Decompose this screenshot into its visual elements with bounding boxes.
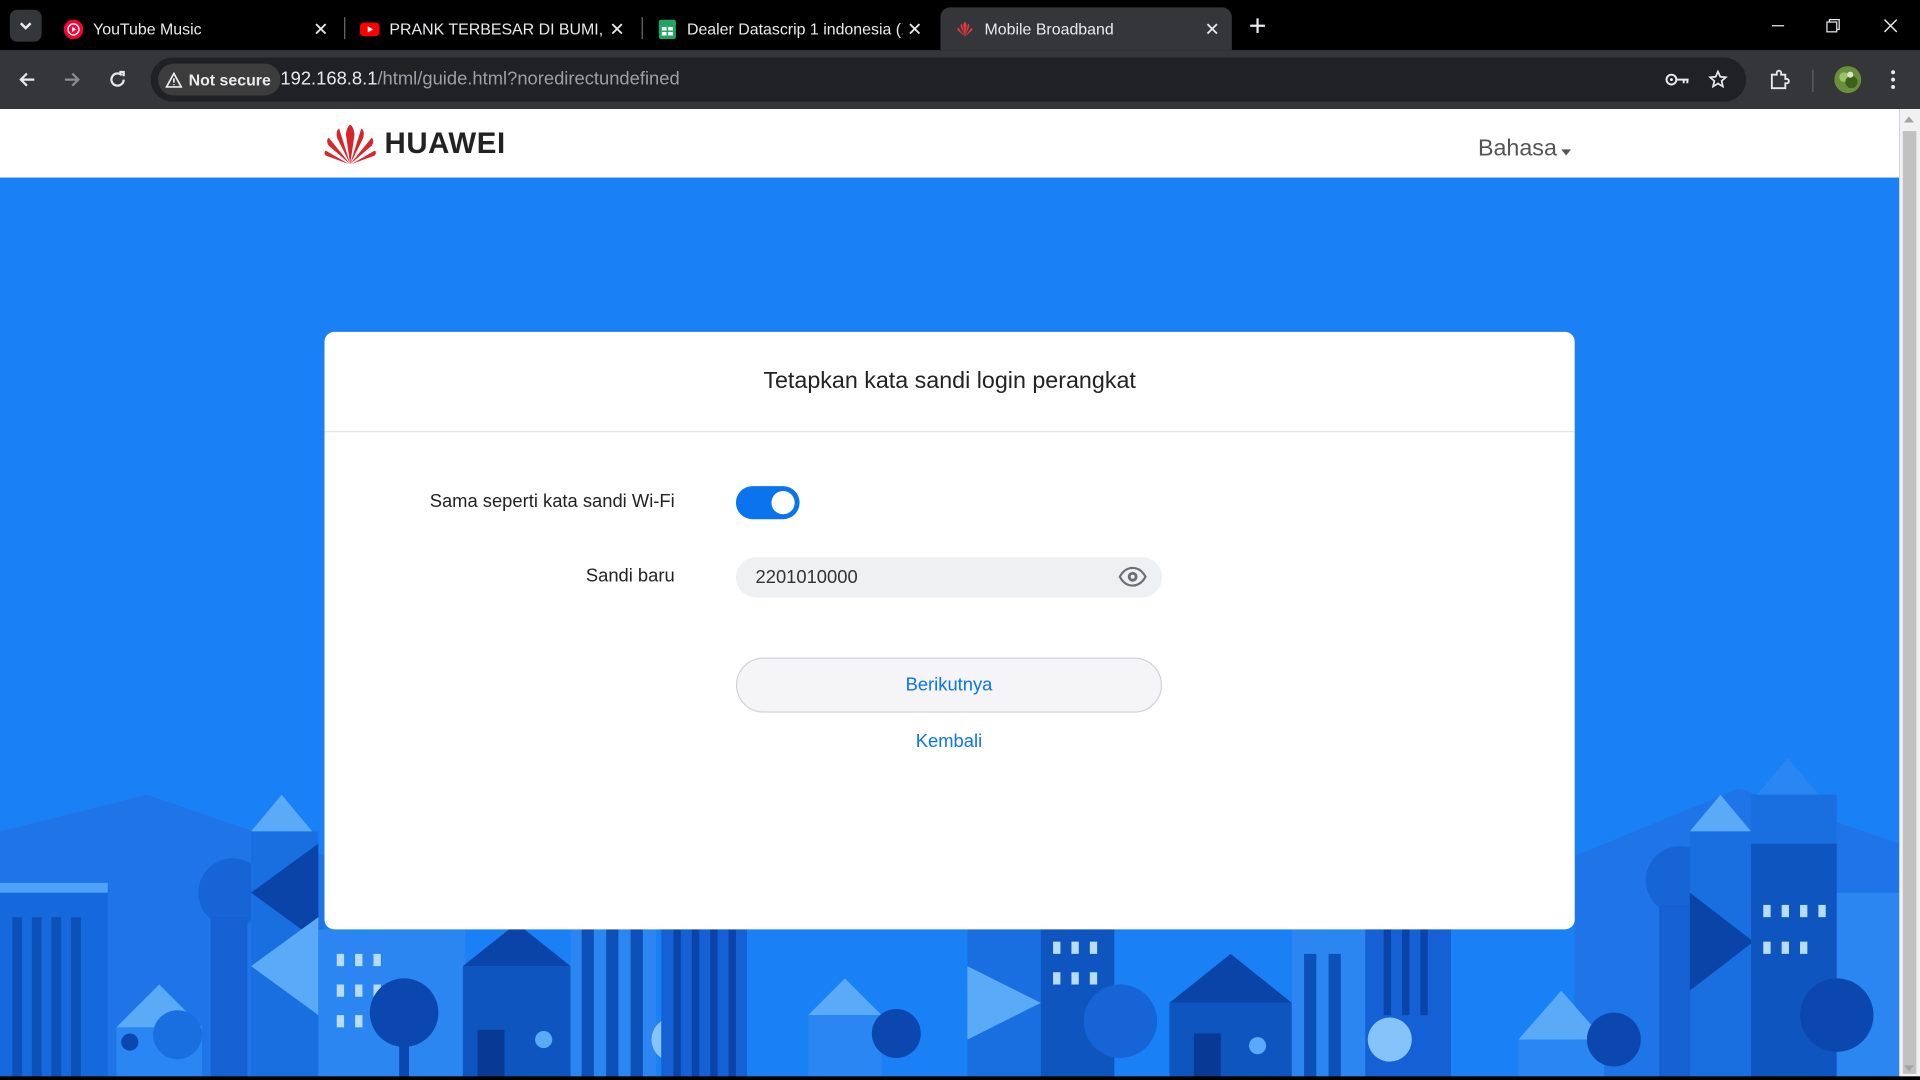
menu-button[interactable] [1878,65,1907,94]
youtube-icon [360,22,380,36]
close-icon [1883,19,1898,33]
back-link[interactable]: Kembali [736,731,1162,752]
tab-search-button[interactable] [9,9,42,42]
new-password-input[interactable] [735,557,1163,598]
url-path: /html/guide.html?noredirectundefined [377,68,680,90]
google-sheets-icon [658,18,676,39]
page-header: HUAWEI Bahasa [0,108,1900,178]
tab-strip: YouTube Music ✕ PRANK TERBESAR DI BUMI, … [0,0,1920,51]
page-scrollbar[interactable] [1899,108,1920,1080]
tab-title: YouTube Music [93,19,202,38]
key-icon [1665,73,1689,86]
language-selector[interactable]: Bahasa [1478,136,1572,163]
language-label: Bahasa [1477,135,1557,162]
extensions-button[interactable] [1766,65,1795,94]
browser-toolbar: Not secure 192.168.8.1/html/guide.html?n… [0,50,1920,109]
warning-icon [165,71,183,88]
puzzle-icon [1770,69,1790,90]
close-icon[interactable]: ✕ [605,17,629,41]
url-text[interactable]: 192.168.8.1/html/guide.html?noredirectun… [280,69,679,90]
tab-google-sheets[interactable]: Dealer Datascrip 1 indonesia (X ✕ [643,7,934,50]
new-password-label: Sandi baru [585,565,675,587]
scrollbar-thumb[interactable] [1902,131,1917,1074]
huawei-icon [957,21,973,37]
star-icon [1708,69,1728,89]
url-host: 192.168.8.1 [280,68,378,90]
reload-button[interactable] [103,65,132,94]
page-viewport: HUAWEI Bahasa Tetapkan kata sandi login … [0,108,1900,1080]
tab-youtube-music[interactable]: YouTube Music ✕ [49,7,340,50]
profile-avatar[interactable] [1833,65,1862,94]
tab-title: PRANK TERBESAR DI BUMI, KITA [389,19,605,38]
toolbar-divider [1812,69,1814,92]
bookmark-button[interactable] [1703,65,1732,94]
eye-icon[interactable] [1118,566,1147,588]
brand-name: HUAWEI [384,127,506,161]
window-bottom-edge [0,1076,1920,1080]
password-manager-button[interactable] [1663,65,1692,94]
tab-mobile-broadband[interactable]: Mobile Broadband ✕ [940,7,1232,51]
restore-button[interactable] [1815,10,1852,42]
forward-button[interactable] [58,65,87,94]
huawei-logo[interactable]: HUAWEI [323,124,505,166]
avatar-icon [1834,66,1862,94]
tab-youtube-video[interactable]: PRANK TERBESAR DI BUMI, KITA ✕ [345,7,636,50]
security-label: Not secure [188,70,271,89]
arrow-left-icon [19,72,35,87]
new-tab-button[interactable] [1244,12,1271,39]
reload-icon [110,70,125,87]
back-button[interactable] [12,65,41,94]
minimize-button[interactable] [1760,10,1797,42]
close-window-button[interactable] [1872,10,1909,42]
more-vertical-icon [1891,70,1896,89]
arrow-right-icon [64,72,80,87]
scroll-down-icon[interactable] [1904,1065,1914,1072]
minimize-icon [1771,25,1785,27]
address-bar[interactable]: Not secure 192.168.8.1/html/guide.html?n… [150,57,1747,102]
same-as-wifi-label: Sama seperti kata sandi Wi-Fi [429,491,675,512]
restore-icon [1826,18,1840,33]
close-icon[interactable]: ✕ [902,17,926,41]
set-password-card: Tetapkan kata sandi login perangkat Sama… [324,331,1575,930]
same-as-wifi-toggle[interactable] [735,486,800,520]
scroll-up-icon[interactable] [1904,116,1914,123]
close-icon[interactable]: ✕ [309,17,333,41]
plus-icon [1250,18,1265,34]
browser-window: YouTube Music ✕ PRANK TERBESAR DI BUMI, … [0,0,1920,1080]
chevron-down-icon [19,22,32,30]
huawei-logo-icon [324,124,376,165]
close-icon[interactable]: ✕ [1200,17,1224,41]
youtube-music-icon [63,18,84,39]
card-title: Tetapkan kata sandi login perangkat [324,332,1575,433]
tab-title: Mobile Broadband [984,19,1114,38]
caret-down-icon [1561,148,1572,155]
tab-title: Dealer Datascrip 1 indonesia (X [686,19,903,38]
toggle-knob [771,491,795,515]
security-indicator[interactable]: Not secure [157,63,281,96]
next-button[interactable]: Berikutnya [735,657,1163,713]
